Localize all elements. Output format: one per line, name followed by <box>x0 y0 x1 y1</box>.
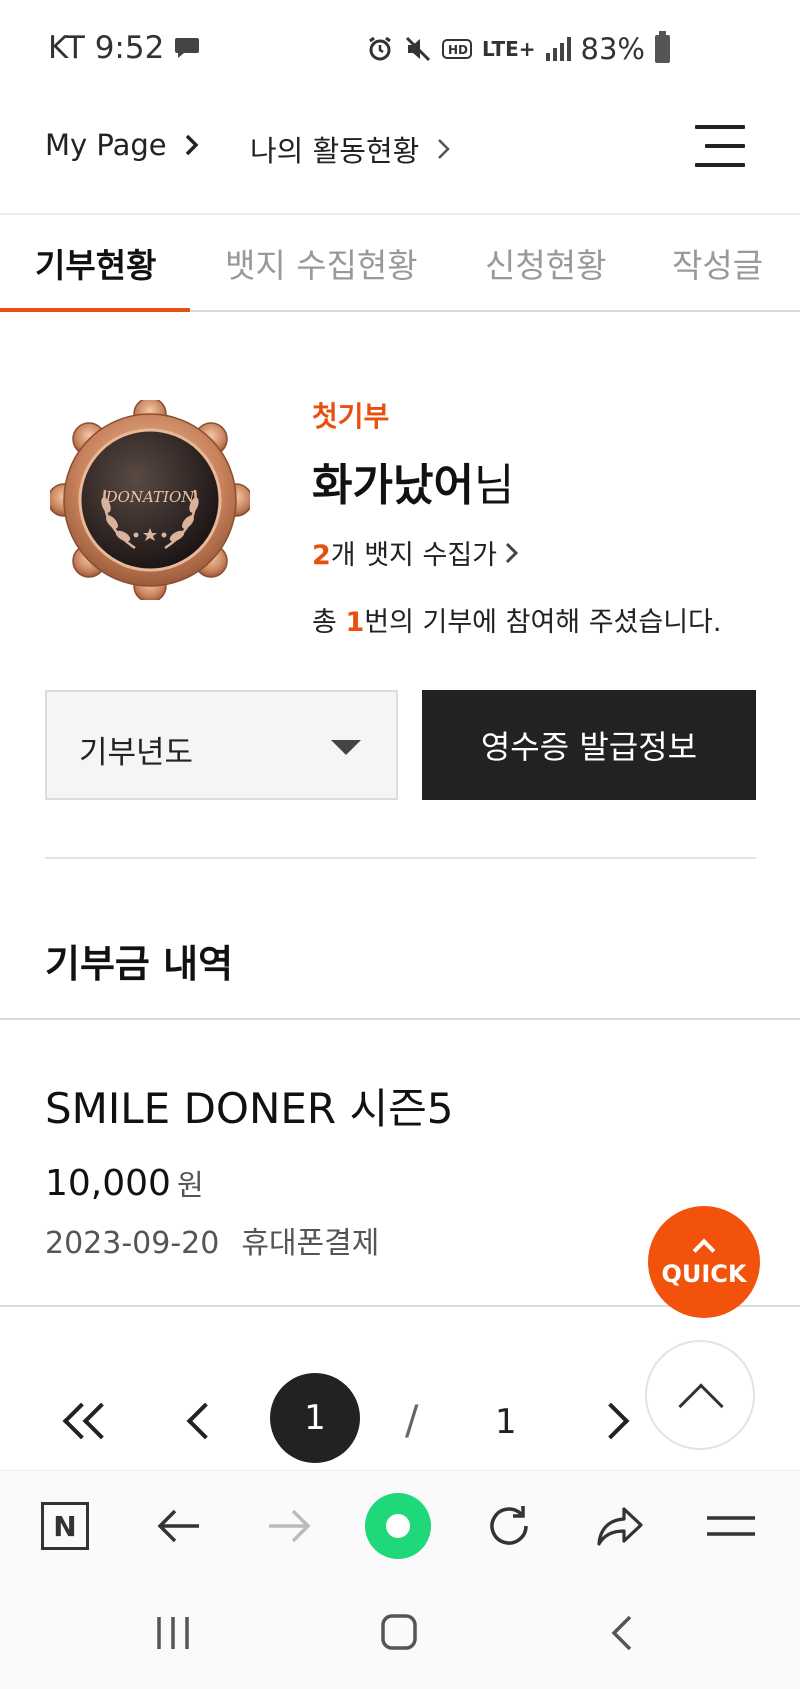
tab-bar: 기부현황 뱃지 수집현황 신청현황 작성글 <box>0 217 800 312</box>
carrier-time: KT 9:52 <box>48 30 165 66</box>
battery-icon <box>655 31 670 63</box>
status-left: KT 9:52 <box>48 30 200 66</box>
current-page[interactable]: 1 <box>270 1373 360 1463</box>
share-button[interactable] <box>595 1501 645 1551</box>
breadcrumb-my-page[interactable]: My Page <box>45 128 199 162</box>
donation-count: 1 <box>345 607 365 638</box>
hd-icon: HD <box>442 39 473 59</box>
donation-year-label: 기부년도 <box>79 735 194 771</box>
browser-toolbar: N <box>0 1470 800 1580</box>
arrow-right-icon <box>269 1509 311 1543</box>
green-dot-button[interactable] <box>365 1493 431 1559</box>
tab-application-status[interactable]: 신청현황 <box>485 239 606 287</box>
first-page-button[interactable] <box>62 1398 120 1444</box>
share-icon <box>597 1507 643 1546</box>
naver-n-icon: N <box>41 1502 89 1550</box>
active-tab-indicator <box>0 308 190 312</box>
home-icon[interactable] <box>380 1613 418 1651</box>
forward-button[interactable] <box>264 1501 314 1551</box>
tab-donation-status[interactable]: 기부현황 <box>35 239 156 287</box>
pagination: 1 / 1 <box>0 1370 800 1470</box>
menu-icon[interactable] <box>695 125 745 167</box>
divider <box>0 1018 800 1020</box>
breadcrumb-activity-label: 나의 활동현황 <box>250 134 420 168</box>
profile-info: 첫기부 화가났어님 2개 뱃지 수집가 총 1번의 기부에 참여해 주셨습니다. <box>312 395 721 639</box>
alarm-icon <box>369 36 391 61</box>
donation-amount-unit: 원 <box>176 1168 204 1202</box>
donation-title: SMILE DONER 시즌5 <box>45 1084 454 1133</box>
tab-badge-collection[interactable]: 뱃지 수집현황 <box>225 239 418 287</box>
back-nav-icon[interactable] <box>610 1615 634 1651</box>
donation-total-text: 총 1번의 기부에 참여해 주셨습니다. <box>312 607 722 638</box>
back-button[interactable] <box>154 1501 204 1551</box>
donation-method: 휴대폰결제 <box>241 1226 380 1261</box>
profile-name: 화가났어님 <box>312 449 721 513</box>
chevron-right-icon <box>185 134 199 156</box>
arrow-left-icon <box>157 1509 199 1543</box>
donation-year-select[interactable]: 기부년도 <box>45 690 398 800</box>
chevron-up-icon <box>692 1238 716 1262</box>
message-icon <box>175 38 200 58</box>
tab-posts[interactable]: 작성글 <box>672 239 763 287</box>
donation-amount: 10,000 원 <box>45 1162 204 1204</box>
svg-text:HD: HD <box>448 43 468 57</box>
donation-badge-icon: DONATION <box>50 400 250 600</box>
badge-text: DONATION <box>105 488 196 506</box>
next-page-button[interactable] <box>592 1398 630 1444</box>
quick-label: QUICK <box>661 1260 747 1288</box>
section-title: 기부금 내역 <box>45 942 234 986</box>
status-right: HD LTE+ 83% <box>366 31 670 66</box>
naver-home-button[interactable]: N <box>40 1501 90 1551</box>
chevron-right-icon <box>438 139 451 159</box>
breadcrumb-my-page-label: My Page <box>45 128 167 162</box>
breadcrumb-activity[interactable]: 나의 활동현황 <box>250 128 451 170</box>
system-nav-bar <box>0 1580 800 1689</box>
green-dot-icon <box>365 1493 431 1559</box>
battery-percent: 83% <box>580 32 645 66</box>
refresh-button[interactable] <box>484 1501 534 1551</box>
chevron-left-icon <box>186 1402 224 1440</box>
receipt-info-button[interactable]: 영수증 발급정보 <box>422 690 756 800</box>
profile-honorific: 님 <box>473 460 515 511</box>
signal-icon <box>545 37 571 61</box>
chevron-right-icon <box>592 1402 630 1440</box>
donation-date: 2023-09-20 <box>45 1226 220 1261</box>
prev-page-button[interactable] <box>186 1398 224 1444</box>
page-separator: / <box>405 1398 419 1444</box>
donation-amount-value: 10,000 <box>45 1163 171 1204</box>
badge-count: 2 <box>312 540 331 571</box>
caret-down-icon <box>331 740 361 755</box>
mute-icon <box>405 36 431 62</box>
browser-menu-button[interactable] <box>706 1501 756 1551</box>
donation-meta: 2023-09-20 휴대폰결제 <box>45 1218 379 1262</box>
chevron-right-icon <box>505 542 519 563</box>
breadcrumb-header: My Page 나의 활동현황 <box>0 100 800 215</box>
profile-nickname: 화가났어 <box>312 460 474 511</box>
refresh-icon <box>490 1506 528 1545</box>
recent-apps-icon[interactable] <box>155 1615 191 1651</box>
total-pages: 1 <box>495 1402 517 1442</box>
menu-icon <box>707 1516 755 1536</box>
badge-count-label: 개 뱃지 수집가 <box>330 540 498 571</box>
divider <box>45 857 756 859</box>
network-label: LTE+ <box>482 37 536 61</box>
badge-collector-link[interactable]: 2개 뱃지 수집가 <box>312 533 721 572</box>
status-bar: KT 9:52 HD LTE+ 83% <box>0 0 800 100</box>
profile-level: 첫기부 <box>312 400 390 433</box>
quick-button[interactable]: QUICK <box>648 1206 760 1318</box>
